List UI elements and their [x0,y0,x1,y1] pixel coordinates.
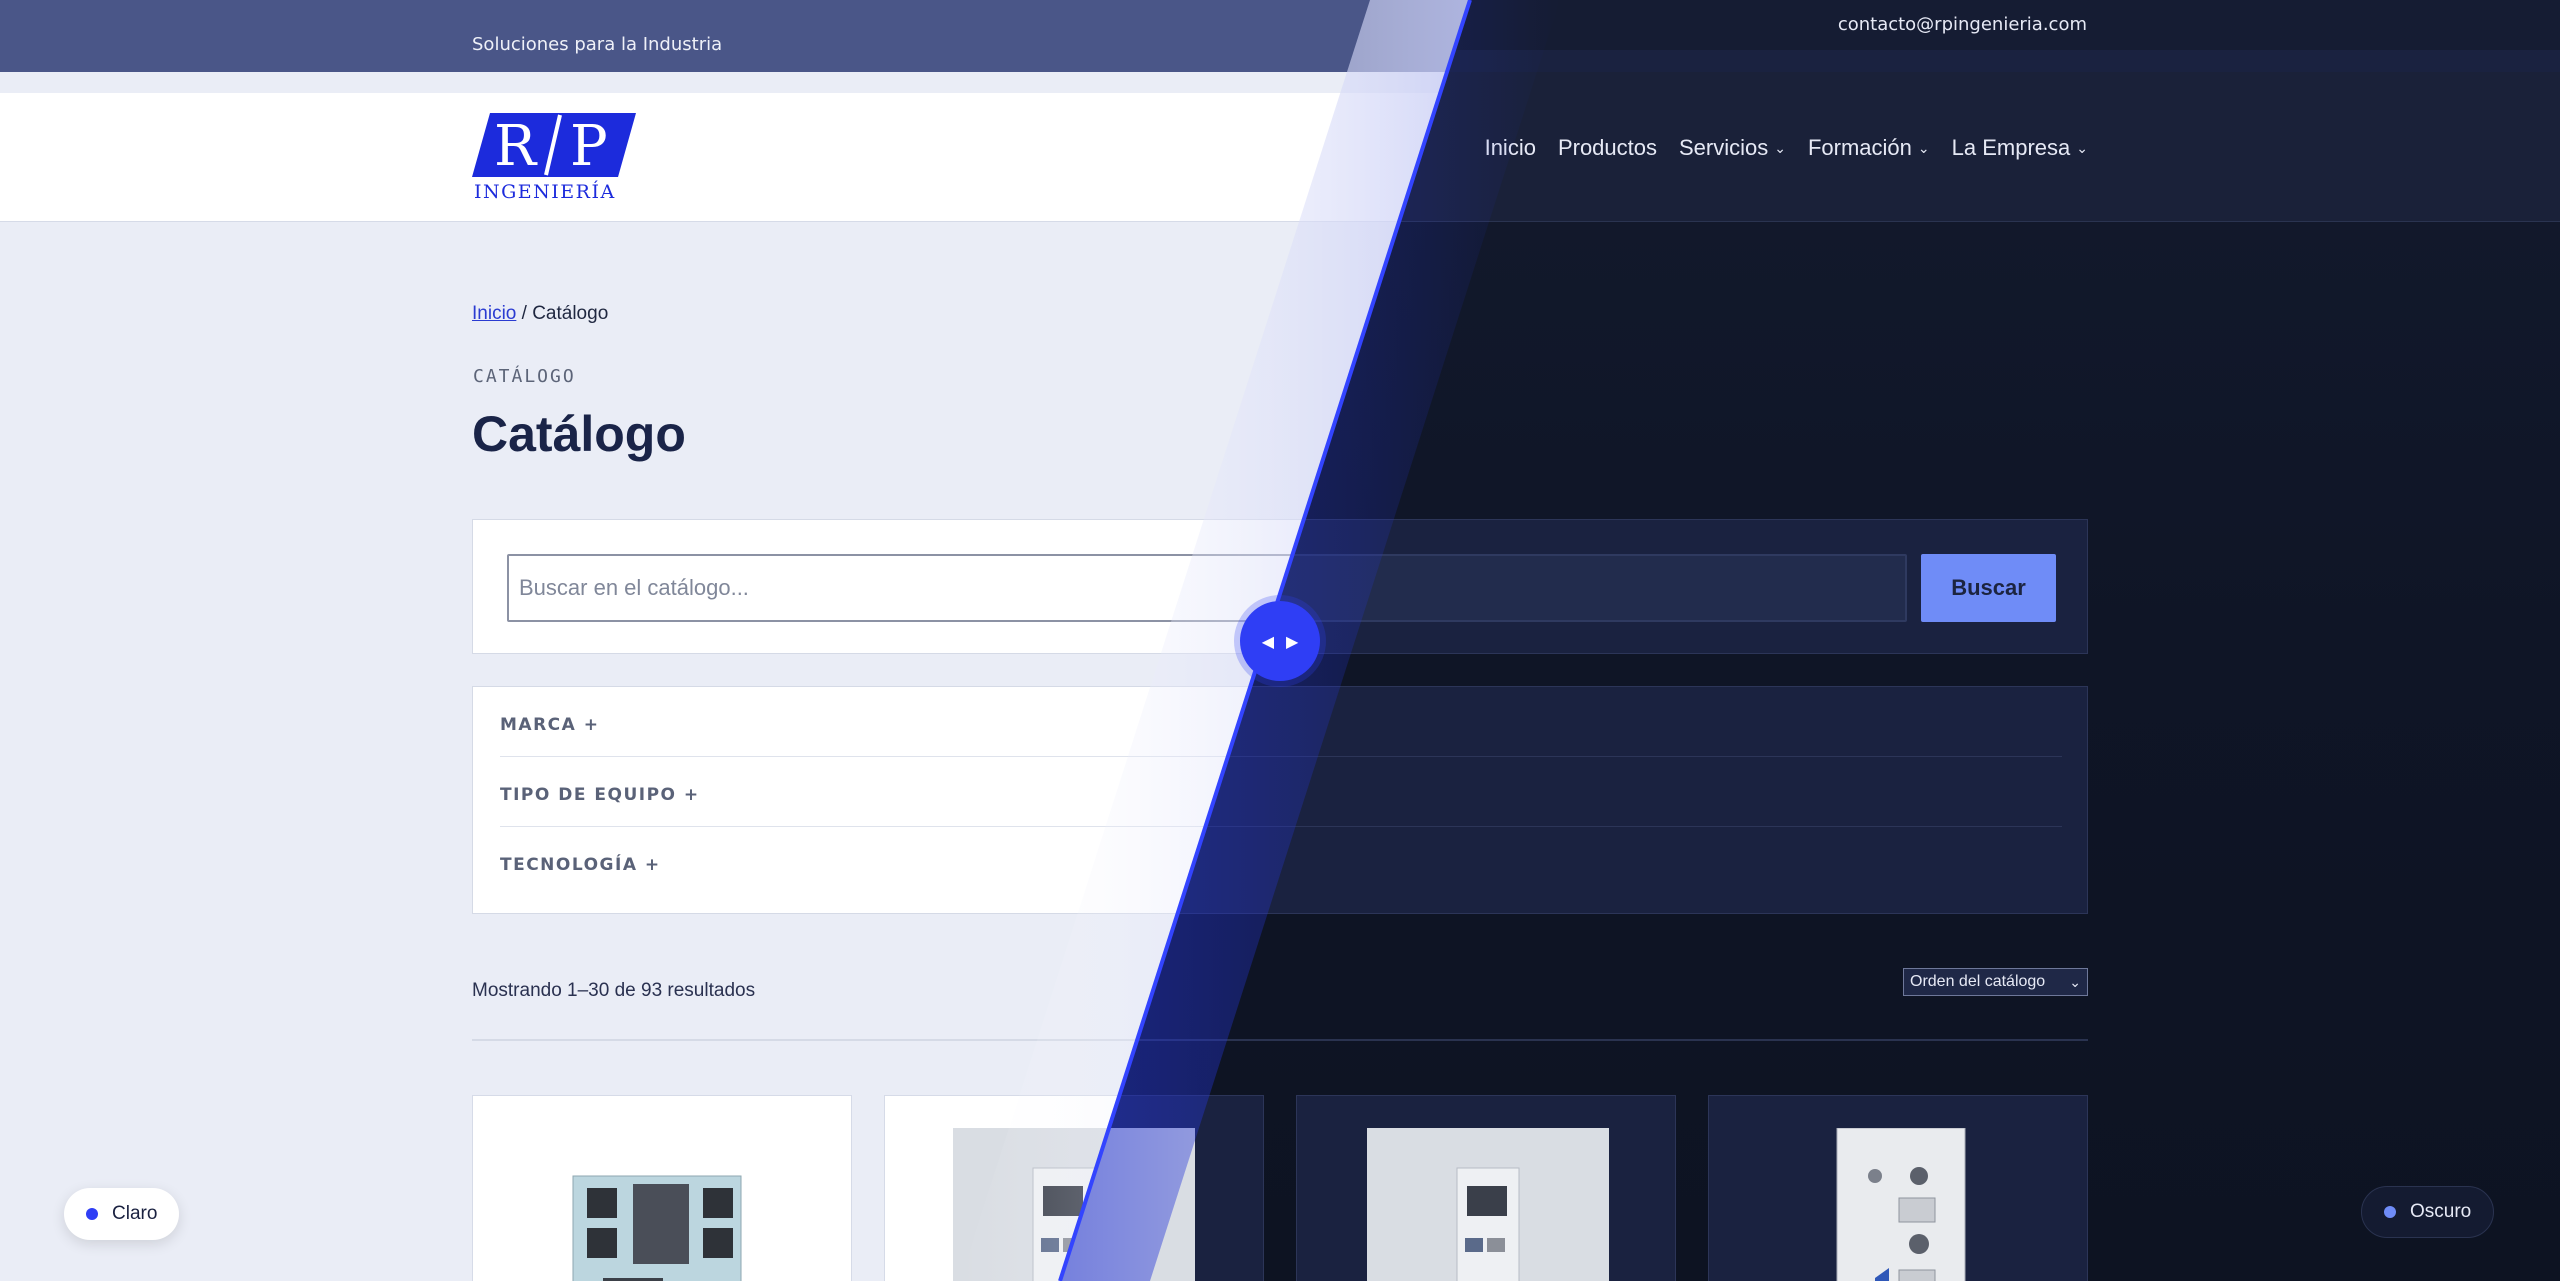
search-placeholder: Buscar en el catálogo... [519,575,749,600]
breadcrumb: Inicio / Catálogo [472,303,608,325]
nav-item-la-empresa[interactable]: La Empresa ⌄ [1952,135,2088,161]
theme-light-label: Claro [112,1203,158,1224]
page-title: Catálogo [472,406,686,462]
product-card[interactable] [1708,1095,2088,1281]
product-card[interactable] [472,1095,852,1281]
sort-selected-label: Orden del catálogo [1910,973,2046,990]
arrow-right-icon: ▶ [1286,631,1299,651]
nav-label: Inicio [1484,135,1536,160]
main-nav: Inicio Productos Servicios ⌄ Formación ⌄ L… [1485,135,2088,161]
nav-label: Servicios [1679,135,1769,160]
nav-item-productos[interactable]: Productos [1558,135,1657,161]
sort-select[interactable]: Orden del catálogo ⌄ [1903,968,2088,996]
product-card[interactable] [1296,1095,1676,1281]
logo-text: P [570,114,608,177]
contact-email[interactable]: contacto@rpingenieria.com [1838,14,2087,35]
product-image [1367,1128,1609,1281]
logo-mark: R P [472,113,636,177]
logo[interactable]: R P INGENIERÍA [472,113,638,205]
nav-item-servicios[interactable]: Servicios ⌄ [1679,135,1786,161]
comparison-handle[interactable]: ◀ ▶ [1240,601,1320,681]
device-illustration [1836,1127,1966,1281]
nav-item-inicio[interactable]: Inicio [1485,135,1536,161]
page-kicker: CATÁLOGO [473,366,576,387]
breadcrumb-separator: / [516,303,533,324]
chevron-down-icon: ⌄ [1917,139,1930,156]
arrow-left-icon: ◀ [1261,631,1274,651]
device-illustration [572,1175,742,1281]
device-illustration [1456,1167,1520,1281]
nav-item-formacion[interactable]: Formación ⌄ [1808,135,1930,161]
nav-label: Formación [1807,135,1912,160]
theme-light-button[interactable]: Claro [64,1188,180,1240]
theme-dark-button[interactable]: Oscuro [2361,1186,2495,1238]
breadcrumb-current: Catálogo [532,303,609,324]
logo-subtitle: INGENIERÍA [474,181,616,203]
chevron-down-icon: ⌄ [2069,973,2081,990]
theme-dot-icon [2384,1206,2396,1218]
nav-label: Productos [1557,135,1657,160]
results-count: Mostrando 1–30 de 93 resultados [472,980,756,1001]
nav-label: La Empresa [1951,135,2071,160]
breadcrumb-home-link[interactable]: Inicio [472,303,516,324]
logo-text: R [494,114,538,177]
search-button[interactable]: Buscar [1921,554,2056,622]
product-image [543,1128,785,1281]
chevron-down-icon: ⌄ [2076,139,2088,156]
tagline: Soluciones para la Industria [472,34,723,55]
theme-dark-label: Oscuro [2410,1201,2472,1222]
product-image [1779,1127,2021,1281]
chevron-down-icon: ⌄ [1774,139,1786,156]
theme-dot-icon [86,1208,98,1220]
